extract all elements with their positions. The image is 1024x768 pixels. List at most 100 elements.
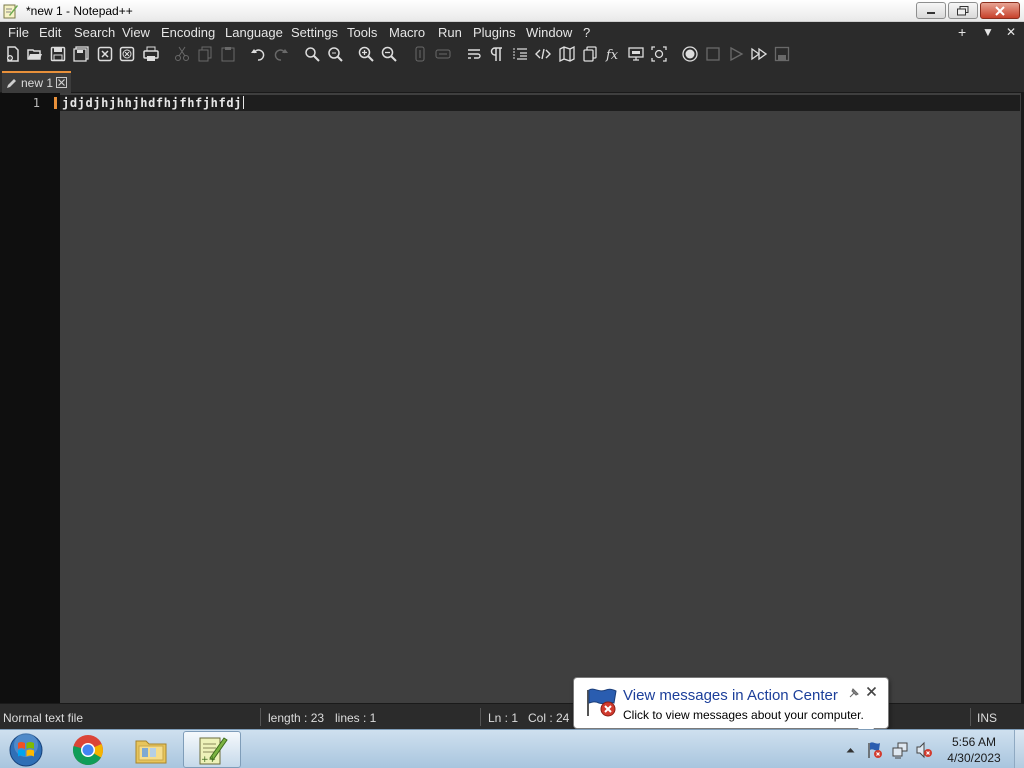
zoom-in-button[interactable] (357, 45, 375, 63)
minimize-button[interactable] (916, 2, 946, 19)
status-length: length : 23 (268, 711, 325, 725)
save-macro-button[interactable] (773, 45, 791, 63)
action-center-flag-icon (584, 686, 620, 718)
save-button[interactable] (49, 45, 67, 63)
folder-as-workspace-button[interactable] (650, 45, 668, 63)
menu-settings[interactable]: Settings (291, 24, 338, 41)
show-all-characters-button[interactable] (488, 45, 506, 63)
taskbar-file-explorer-button[interactable] (122, 731, 180, 768)
tab-close-button[interactable] (56, 77, 67, 88)
chevron-up-icon (846, 747, 854, 752)
action-center-notification[interactable]: View messages in Action Center Click to … (573, 677, 889, 742)
cut-button[interactable] (173, 45, 191, 63)
menu-language[interactable]: Language (225, 24, 283, 41)
sync-horizontal-button[interactable] (434, 45, 452, 63)
taskbar-notepad-plus-plus-button[interactable]: ++ (183, 731, 241, 768)
windows-orb-icon (9, 732, 43, 766)
menu-edit[interactable]: Edit (39, 24, 61, 41)
open-file-button[interactable] (26, 45, 44, 63)
menu-plugins[interactable]: Plugins (473, 24, 516, 41)
title-bar: *new 1 - Notepad++ (0, 0, 1024, 22)
stop-recording-button[interactable] (704, 45, 722, 63)
editor-area[interactable]: 1 jdjdjhjhhjhdfhjfhfjhfdj (0, 93, 1024, 703)
menu-run[interactable]: Run (438, 24, 462, 41)
document-list-button[interactable] (581, 45, 599, 63)
notification-text[interactable]: Click to view messages about your comput… (623, 708, 864, 722)
notification-title[interactable]: View messages in Action Center (623, 687, 838, 704)
start-recording-button[interactable] (681, 45, 699, 63)
find-button[interactable] (303, 45, 321, 63)
restore-button[interactable] (948, 2, 978, 19)
menu-encoding[interactable]: Encoding (161, 24, 215, 41)
start-button[interactable] (4, 731, 48, 768)
redo-button[interactable] (272, 45, 290, 63)
document-map-icon (559, 46, 575, 62)
xml-tag-icon (535, 48, 551, 60)
undo-button[interactable] (249, 45, 267, 63)
tab-list-dropdown-button[interactable]: ▼ (982, 25, 994, 39)
notification-options-icon[interactable] (848, 687, 860, 702)
tray-action-center-icon[interactable] (864, 730, 886, 768)
close-document-button[interactable]: ✕ (1006, 25, 1016, 39)
show-desktop-button[interactable] (1014, 730, 1024, 768)
menu-macro[interactable]: Macro (389, 24, 425, 41)
run-macro-multiple-icon (751, 47, 767, 61)
status-separator (480, 708, 481, 726)
indent-guide-button[interactable] (511, 45, 529, 63)
record-macro-icon (682, 46, 698, 62)
open-file-icon (27, 49, 42, 60)
run-macro-multiple-times-button[interactable] (750, 45, 768, 63)
show-hidden-icons-button[interactable] (842, 730, 858, 768)
notepad-plus-plus-app-icon (3, 3, 19, 19)
function-list-button[interactable]: fx (604, 45, 622, 63)
menu-tools[interactable]: Tools (347, 24, 377, 41)
close-all-button[interactable] (118, 45, 136, 63)
save-icon (50, 46, 66, 62)
close-button[interactable] (96, 45, 114, 63)
network-icon (892, 742, 908, 758)
close-icon (58, 79, 65, 86)
taskbar-chrome-button[interactable] (59, 731, 117, 768)
taskbar-clock[interactable]: 5:56 AM 4/30/2023 (944, 734, 1004, 766)
document-map-button[interactable] (558, 45, 576, 63)
replace-button[interactable] (326, 45, 344, 63)
copy-button[interactable] (196, 45, 214, 63)
word-wrap-button[interactable] (465, 45, 483, 63)
editor-line[interactable]: jdjdjhjhhjhdfhjfhfjhfdj (62, 96, 244, 110)
replace-icon (328, 47, 343, 62)
new-file-button[interactable] (4, 45, 22, 63)
toolbar: fx (0, 42, 1024, 66)
zoom-in-icon (358, 46, 374, 62)
menu-file[interactable]: File (8, 24, 29, 41)
menu-search[interactable]: Search (74, 24, 115, 41)
xml-tag-button[interactable] (534, 45, 552, 63)
svg-text:++: ++ (201, 755, 216, 765)
close-window-button[interactable] (980, 2, 1020, 19)
folder-icon (135, 740, 167, 763)
tab-new-1[interactable]: new 1 (2, 71, 71, 93)
sync-vertical-button[interactable] (411, 45, 429, 63)
save-all-icon (73, 46, 89, 62)
notification-close-button[interactable] (866, 684, 877, 700)
zoom-out-button[interactable] (380, 45, 398, 63)
menu-window[interactable]: Window (526, 24, 572, 41)
menu-help[interactable]: ? (583, 24, 590, 41)
menu-view[interactable]: View (122, 24, 150, 41)
new-tab-plus-button[interactable]: + (958, 24, 966, 40)
tab-strip: new 1 (0, 66, 1024, 93)
print-button[interactable] (142, 45, 160, 63)
play-macro-icon (730, 46, 744, 62)
save-all-button[interactable] (72, 45, 90, 63)
status-file-type: Normal text file (3, 711, 84, 725)
tray-network-icon[interactable] (889, 730, 911, 768)
close-all-icon (119, 46, 135, 62)
taskbar: ++ 5:56 AM 4/30/2023 (0, 729, 1024, 768)
playback-button[interactable] (727, 45, 745, 63)
clock-time: 5:56 AM (951, 735, 997, 749)
tray-volume-icon[interactable] (913, 730, 935, 768)
minimize-icon (927, 11, 935, 14)
editor-line-text: jdjdjhjhhjhdfhjfhfjhfdj (62, 96, 242, 110)
paste-button[interactable] (219, 45, 237, 63)
monitoring-button[interactable] (627, 45, 645, 63)
word-wrap-icon (468, 49, 481, 59)
